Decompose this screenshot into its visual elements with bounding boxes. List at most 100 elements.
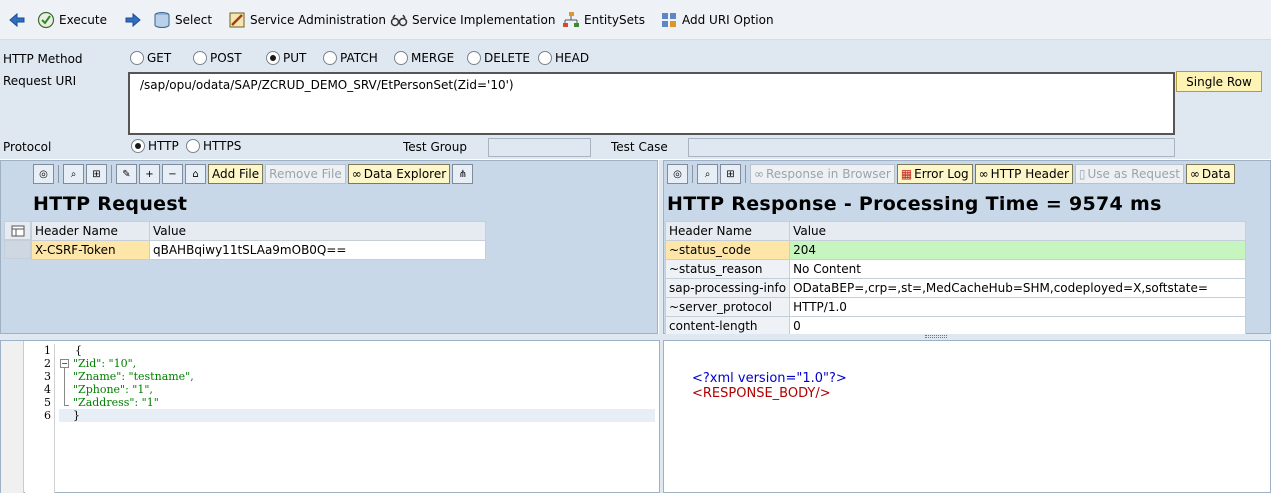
protocol-option-label: HTTPS (203, 139, 242, 153)
toolbar-separator (745, 165, 746, 183)
service-implementation-button[interactable]: Service Implementation (390, 0, 555, 40)
method-label: MERGE (411, 51, 455, 65)
single-row-button[interactable]: Single Row (1176, 71, 1262, 92)
use-as-request-button[interactable]: ▯ Use as Request (1074, 164, 1184, 184)
lock-icon[interactable]: ⌂ (185, 164, 206, 184)
delete-row-icon[interactable]: − (162, 164, 183, 184)
protocol-radio-http[interactable]: HTTP (131, 139, 179, 153)
request-uri-input[interactable]: /sap/opu/odata/SAP/ZCRUD_DEMO_SRV/EtPers… (128, 72, 1175, 135)
find-next-icon[interactable]: ⊞ (720, 164, 741, 184)
edit-icon[interactable]: ✎ (116, 164, 137, 184)
method-label: PUT (283, 51, 307, 65)
response-panel-title: HTTP Response - Processing Time = 9574 m… (667, 193, 1162, 215)
add-file-button[interactable]: Add File (208, 164, 264, 184)
code-line: "Zid": "10", (73, 357, 137, 370)
header-name-cell[interactable]: ~status_code (664, 240, 791, 260)
select-button[interactable]: Select (153, 0, 212, 40)
entitysets-button[interactable]: EntitySets (562, 0, 645, 40)
line-number: 4 (44, 383, 51, 396)
find-next-icon[interactable]: ⊞ (86, 164, 107, 184)
header-value-cell[interactable]: qBAHBqiwy11tSLAa9mOB0Q== (149, 240, 486, 260)
add-uri-option-button[interactable]: Add URI Option (660, 0, 774, 40)
request-toolbar: ◎ ⌕ ⊞ ✎ + − ⌂ Add File Remove File ∞ Data… (33, 164, 474, 184)
request-panel-title: HTTP Request (33, 193, 188, 215)
find-icon[interactable]: ⌕ (697, 164, 718, 184)
hierarchy-icon (562, 11, 580, 29)
data-explorer-button[interactable]: ∞ Data Explorer (347, 164, 451, 184)
row-selector[interactable] (4, 240, 31, 259)
method-label: GET (147, 51, 172, 65)
header-value-cell[interactable]: HTTP/1.0 (789, 297, 1246, 317)
http-header-button[interactable]: ∞ HTTP Header (974, 164, 1073, 184)
arrow-right-icon (124, 11, 142, 29)
method-radio-head[interactable]: HEAD (538, 51, 589, 65)
service-administration-label: Service Administration (250, 13, 386, 27)
line-number: 5 (44, 396, 51, 409)
method-radio-merge[interactable]: MERGE (394, 51, 454, 65)
method-radio-patch[interactable]: PATCH (323, 51, 378, 65)
table-row[interactable]: ~server_protocol HTTP/1.0 (664, 297, 1246, 317)
line-numbers: 1 2 3 4 5 6 (25, 344, 55, 493)
hierarchy-icon[interactable]: ⋔ (452, 164, 474, 184)
line-number: 3 (44, 370, 51, 383)
header-name-cell[interactable]: sap-processing-info (664, 278, 791, 298)
radio-circle-selected (266, 51, 280, 65)
method-radio-post[interactable]: POST (193, 51, 242, 65)
find-icon[interactable]: ⌕ (63, 164, 84, 184)
method-label: HEAD (555, 51, 590, 65)
toolbar-separator (111, 165, 112, 183)
add-row-icon[interactable]: + (139, 164, 160, 184)
table-row[interactable]: ~status_code 204 (664, 240, 1246, 260)
header-value-cell[interactable]: 0 (789, 316, 1246, 336)
test-group-field[interactable] (488, 138, 591, 157)
protocol-radio-https[interactable]: HTTPS (186, 139, 241, 153)
test-case-field[interactable] (688, 138, 1175, 157)
remove-file-button[interactable]: Remove File (265, 164, 346, 184)
header-value-cell[interactable]: ODataBEP=,crp=,st=,MedCacheHub=SHM,codep… (789, 278, 1246, 298)
toolbar-separator (58, 165, 59, 183)
code-line: { (75, 344, 82, 357)
forward-button[interactable] (124, 0, 142, 40)
line-number: 6 (44, 409, 51, 422)
execute-button[interactable]: Execute (37, 0, 107, 40)
header-name-cell[interactable]: X-CSRF-Token (31, 240, 150, 260)
method-label: POST (210, 51, 242, 65)
method-radio-put[interactable]: PUT (266, 51, 306, 65)
table-row[interactable]: sap-processing-info ODataBEP=,crp=,st=,M… (664, 278, 1246, 298)
header-name-cell[interactable]: ~status_reason (664, 259, 791, 279)
splitter-grip-icon[interactable] (925, 335, 947, 338)
details-icon[interactable]: ◎ (33, 164, 54, 184)
header-value-cell[interactable]: 204 (789, 240, 1246, 260)
table-row[interactable]: content-length 0 (664, 316, 1246, 336)
method-label: PATCH (340, 51, 378, 65)
code-line: "Zaddress": "1" (73, 396, 159, 409)
response-in-browser-button[interactable]: ∞ Response in Browser (750, 164, 895, 184)
data-button[interactable]: ∞ Data (1185, 164, 1235, 184)
table-row[interactable]: X-CSRF-Token qBAHBqiwy11tSLAa9mOB0Q== (31, 240, 486, 260)
table-settings-icon[interactable] (4, 221, 31, 240)
back-button[interactable] (8, 0, 26, 40)
test-case-label: Test Case (611, 140, 668, 154)
glasses-icon: ∞ (754, 167, 764, 181)
protocol-label: Protocol (3, 140, 52, 154)
header-value-cell[interactable]: No Content (789, 259, 1246, 279)
table-row[interactable]: ~status_reason No Content (664, 259, 1246, 279)
method-radio-get[interactable]: GET (130, 51, 171, 65)
details-icon[interactable]: ◎ (667, 164, 688, 184)
response-body-viewer: <?xml version="1.0"?> <RESPONSE_BODY/> (663, 340, 1271, 493)
header-name-cell[interactable]: content-length (664, 316, 791, 336)
service-implementation-label: Service Implementation (412, 13, 556, 27)
error-log-button[interactable]: ▦ Error Log (896, 164, 973, 184)
glasses-icon: ∞ (978, 167, 989, 181)
line-number: 2 (44, 357, 51, 370)
method-radio-delete[interactable]: DELETE (467, 51, 530, 65)
select-label: Select (175, 13, 213, 27)
service-administration-button[interactable]: Service Administration (228, 0, 386, 40)
data-label: Data (1201, 167, 1231, 181)
header-name-cell[interactable]: ~server_protocol (664, 297, 791, 317)
radio-circle (394, 51, 408, 65)
radio-circle-selected (131, 139, 145, 153)
error-log-label: Error Log (914, 167, 969, 181)
grid-icon (660, 11, 678, 29)
request-body-editor[interactable]: 1 2 3 4 5 6 − { "Zid": "10", "Zname": "t… (0, 340, 660, 493)
